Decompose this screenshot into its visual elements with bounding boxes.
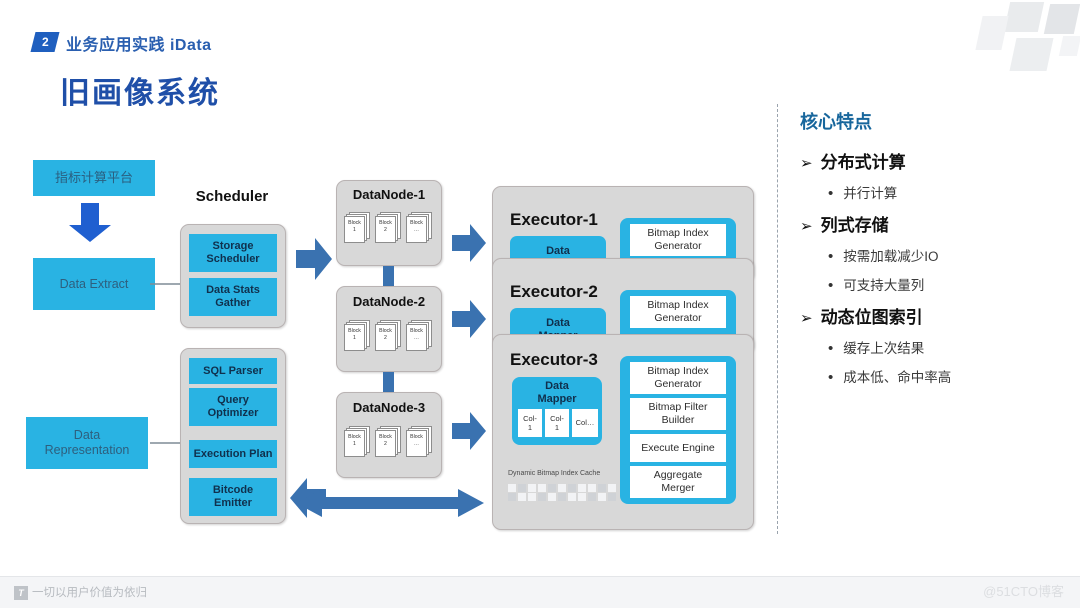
- feature-subitem: • 按需加载减少IO: [828, 245, 1062, 265]
- block-icon: Block 1: [344, 320, 370, 352]
- datanode-1-title: DataNode-1: [352, 187, 426, 202]
- deco-shape-5: [1058, 36, 1080, 56]
- block-icon-label: Block 1: [348, 328, 361, 342]
- feature-subitem: • 并行计算: [828, 182, 1062, 202]
- box-sql-parser: SQL Parser: [189, 358, 277, 384]
- chevron-right-scheduler-icon: [296, 238, 332, 280]
- executor-3-col-cell: Col…: [572, 409, 598, 437]
- executor-2-bitmap-index-generator: Bitmap Index Generator: [630, 296, 726, 328]
- block-icon-label: Block 2: [379, 434, 392, 448]
- chevron-right-datanode1-icon: [452, 224, 486, 262]
- feature-subitem: • 可支持大量列: [828, 274, 1062, 294]
- block-icon-label: Block 2: [379, 220, 392, 234]
- arrow-bullet-icon: ➢: [800, 155, 813, 172]
- executor-3-bitmap-filter-builder: Bitmap Filter Builder: [630, 398, 726, 430]
- footer-slogan: 一切以用户价值为依归: [32, 587, 147, 599]
- footer-bar: T 一切以用户价值为依归 @51CTO博客: [0, 576, 1080, 608]
- feature-subitem: • 缓存上次结果: [828, 337, 1062, 357]
- key-features-panel: 核心特点 ➢ 分布式计算 • 并行计算 ➢ 列式存储 • 按需加载减少IO • …: [800, 108, 1062, 395]
- block-icon: Block 2: [375, 320, 401, 352]
- dot-bullet-icon: •: [828, 185, 834, 202]
- feature-subitem-label: 成本低、命中率高: [843, 370, 952, 385]
- feature-item: ➢ 分布式计算: [800, 148, 1062, 173]
- feature-title: 动态位图索引: [820, 308, 923, 327]
- feature-item: ➢ 列式存储: [800, 211, 1062, 236]
- scheduler-heading: Scheduler: [195, 188, 269, 205]
- bidirectional-arrow-icon: [296, 489, 484, 517]
- deco-shape-4: [1009, 38, 1054, 71]
- watermark: @51CTO博客: [983, 584, 1064, 599]
- dot-bullet-icon: •: [828, 369, 834, 386]
- chevron-right-datanode3-icon: [452, 412, 486, 450]
- cache-grid: [508, 484, 617, 501]
- vertical-divider: [777, 104, 778, 534]
- block-icon: Block 2: [375, 426, 401, 458]
- executor-1-bitmap-index-generator: Bitmap Index Generator: [630, 224, 726, 256]
- section-number: 2: [41, 35, 49, 49]
- feature-subitem-label: 可支持大量列: [843, 278, 925, 293]
- dot-bullet-icon: •: [828, 277, 834, 294]
- box-storage-scheduler: Storage Scheduler: [189, 234, 277, 272]
- box-execution-plan: Execution Plan: [189, 440, 277, 468]
- box-query-optimizer: Query Optimizer: [189, 388, 277, 426]
- arrow-bullet-icon: ➢: [800, 310, 813, 327]
- executor-3-col-cell: Col- 1: [545, 409, 569, 437]
- block-icon-label: Block 2: [379, 328, 392, 342]
- feature-subitem: • 成本低、命中率高: [828, 366, 1062, 386]
- deco-shape-2: [1043, 4, 1080, 34]
- feature-item: ➢ 动态位图索引: [800, 303, 1062, 328]
- block-icon-label: Block …: [410, 328, 423, 342]
- page-title: 旧画像系统: [60, 77, 220, 110]
- block-icon-label: Block …: [410, 434, 423, 448]
- box-data-stats-gather: Data Stats Gather: [189, 278, 277, 316]
- deco-shape-1: [1003, 2, 1045, 32]
- panel-heading: 核心特点: [800, 112, 872, 132]
- dot-bullet-icon: •: [828, 340, 834, 357]
- datanode-3-title: DataNode-3: [352, 400, 426, 415]
- executor-3-title: Executor-3: [510, 350, 598, 369]
- box-bitcode-emitter: Bitcode Emitter: [189, 478, 277, 516]
- feature-title: 列式存储: [820, 216, 889, 235]
- box-metric-platform: 指标计算平台: [33, 160, 155, 196]
- deco-shape-3: [975, 16, 1009, 50]
- feature-title: 分布式计算: [820, 153, 906, 172]
- block-icon-label: Block 1: [348, 434, 361, 448]
- executor-1-title: Executor-1: [510, 210, 598, 229]
- dot-bullet-icon: •: [828, 248, 834, 265]
- block-icon: Block …: [406, 320, 432, 352]
- decorative-squares: [965, 0, 1080, 115]
- executor-3-aggregate-merger: Aggregate Merger: [630, 466, 726, 498]
- footer-logo-icon: T: [14, 586, 28, 600]
- feature-subitem-label: 缓存上次结果: [843, 341, 925, 356]
- block-icon-label: Block …: [410, 220, 423, 234]
- box-data-representation: Data Representation: [26, 417, 148, 469]
- executor-2-title: Executor-2: [510, 282, 598, 301]
- block-icon: Block 1: [344, 212, 370, 244]
- executor-3-execute-engine: Execute Engine: [630, 434, 726, 462]
- box-data-extract: Data Extract: [33, 258, 155, 310]
- down-arrow-icon: [69, 203, 111, 242]
- block-icon: Block …: [406, 212, 432, 244]
- section-kicker: 业务应用实践 iData: [66, 37, 212, 54]
- dynamic-bitmap-index-cache-label: Dynamic Bitmap Index Cache: [508, 470, 601, 477]
- executor-3-data-mapper-label: Data Mapper: [537, 380, 577, 406]
- arrow-bullet-icon: ➢: [800, 218, 813, 235]
- datanode-2-title: DataNode-2: [352, 294, 426, 309]
- chevron-right-datanode2-icon: [452, 300, 486, 338]
- block-icon: Block 2: [375, 212, 401, 244]
- section-number-badge: 2: [30, 32, 60, 52]
- datanode-connector: [383, 372, 394, 392]
- executor-3-col-cell: Col- 1: [518, 409, 542, 437]
- datanode-connector: [383, 266, 394, 286]
- feature-subitem-label: 按需加载减少IO: [843, 249, 939, 264]
- block-icon-label: Block 1: [348, 220, 361, 234]
- block-icon: Block …: [406, 426, 432, 458]
- executor-3-bitmap-index-generator: Bitmap Index Generator: [630, 362, 726, 394]
- block-icon: Block 1: [344, 426, 370, 458]
- feature-subitem-label: 并行计算: [843, 186, 898, 201]
